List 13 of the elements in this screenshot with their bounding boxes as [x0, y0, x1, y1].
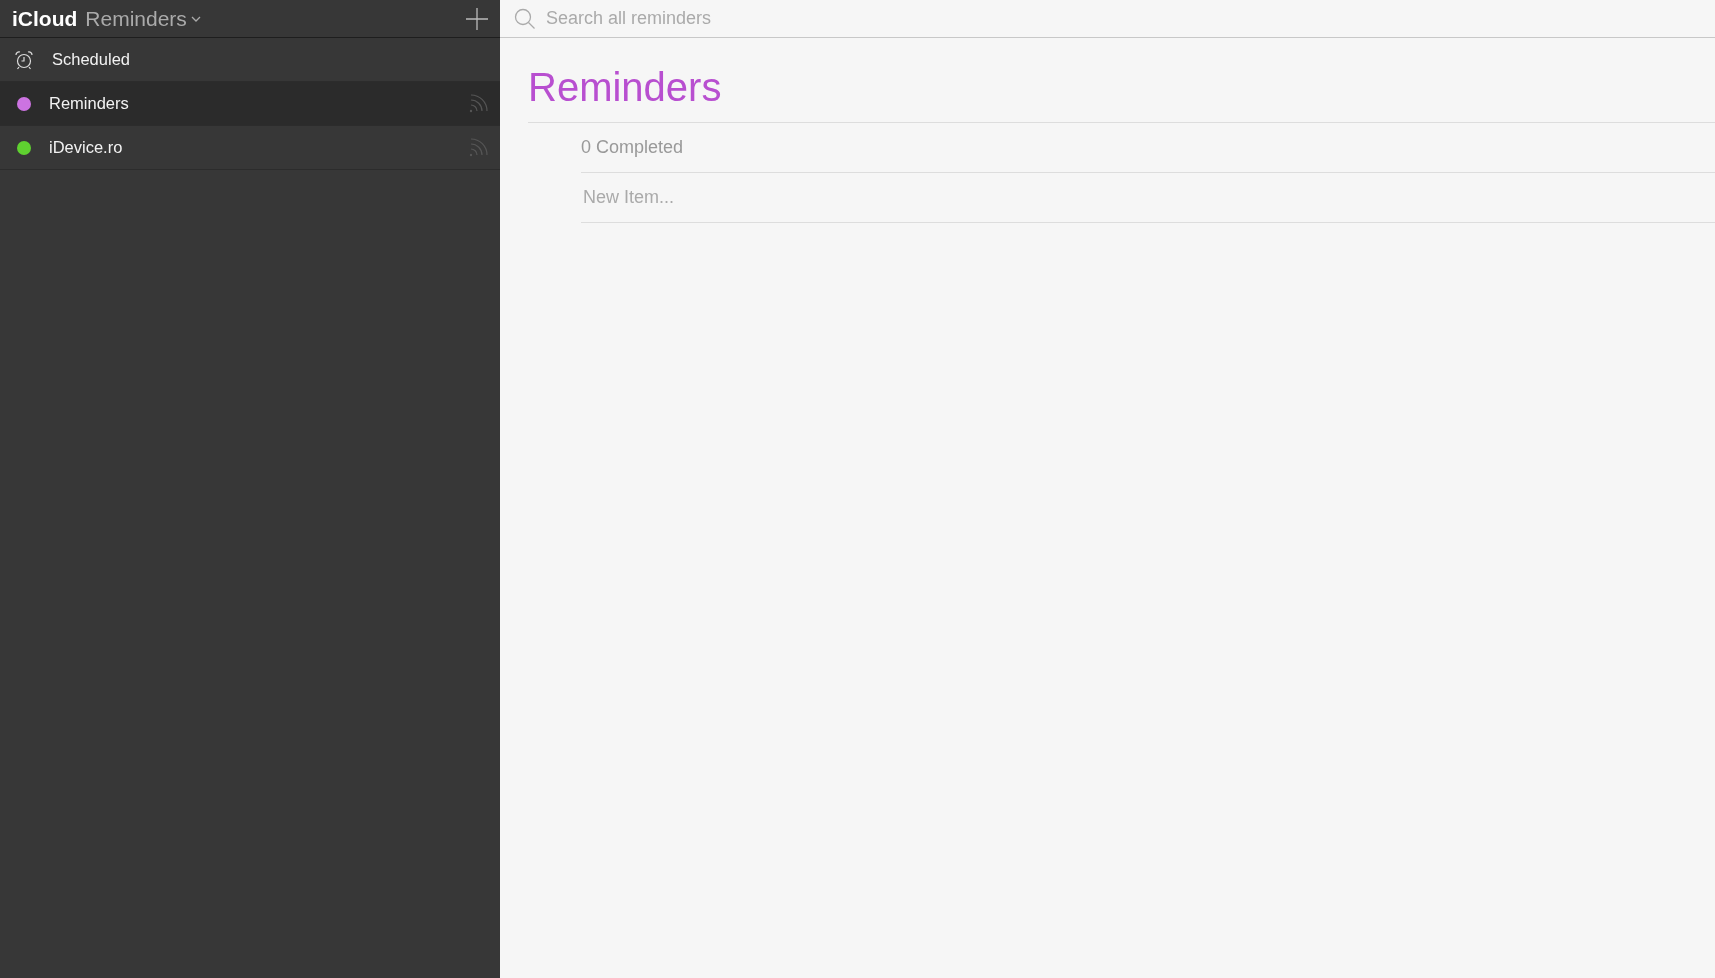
add-icon[interactable] — [466, 7, 488, 30]
new-item-field[interactable]: New Item... — [581, 186, 1715, 209]
app-menu[interactable]: Reminders — [85, 6, 201, 31]
search-field[interactable]: Search all reminders — [544, 7, 1701, 30]
shared-icon — [468, 93, 488, 114]
sidebar-item[interactable]: Reminders — [0, 82, 500, 126]
list-title: Reminders — [528, 62, 1715, 123]
alarm-clock-icon — [14, 49, 34, 70]
chevron-icon — [190, 14, 201, 23]
brand-name: iCloud — [12, 6, 78, 31]
search-icon — [514, 7, 536, 30]
shared-icon — [468, 137, 488, 158]
sidebar-item[interactable]: iDevice.ro — [0, 126, 500, 170]
